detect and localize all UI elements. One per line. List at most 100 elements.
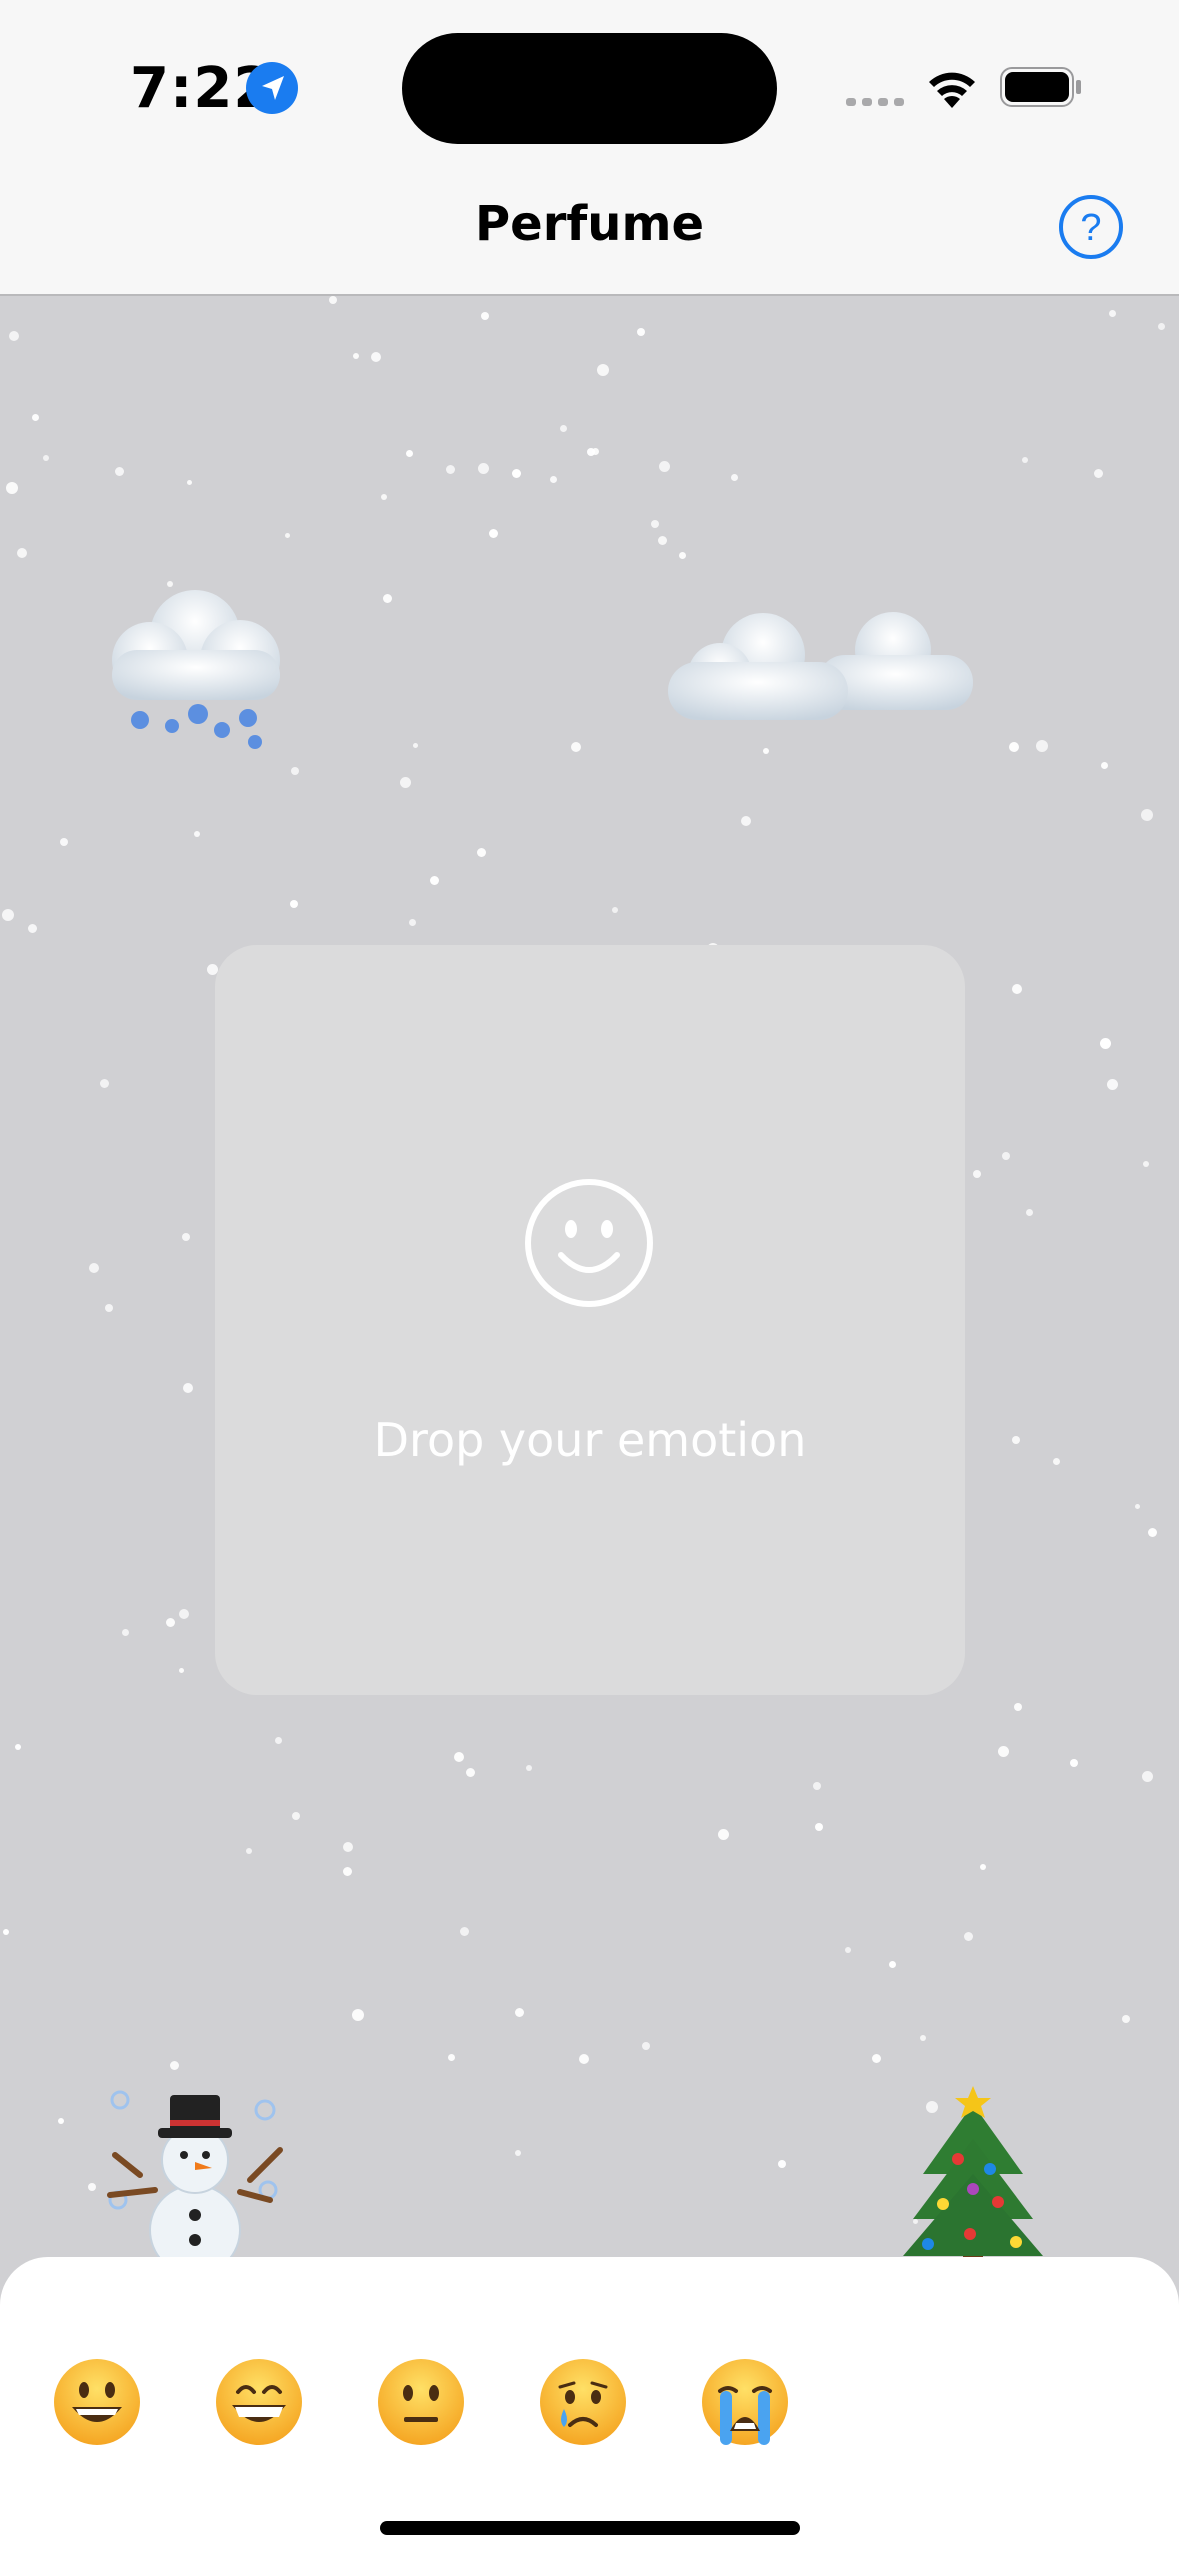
snowflake xyxy=(1141,809,1153,821)
snowflake xyxy=(1022,457,1028,463)
snowflake xyxy=(115,467,124,476)
snowflake xyxy=(6,482,18,494)
snowflake xyxy=(1012,984,1022,994)
snowflake xyxy=(872,2054,881,2063)
snowflake xyxy=(973,1170,981,1178)
snowflake xyxy=(1009,742,1019,752)
snowflake xyxy=(179,1668,184,1673)
snowflake xyxy=(1107,1079,1118,1090)
snowflake xyxy=(105,1304,113,1312)
snowflake xyxy=(2,909,14,921)
snowflake xyxy=(88,2183,96,2191)
snowflake xyxy=(1122,2015,1130,2023)
two-clouds-emoji xyxy=(668,612,973,720)
snowflake xyxy=(448,2054,455,2061)
snowflake xyxy=(889,1961,896,1968)
emoji-tray xyxy=(0,2257,1179,2556)
snowflake xyxy=(920,2035,926,2041)
snowflake xyxy=(1109,310,1116,317)
snowflake xyxy=(183,1383,193,1393)
snowflake xyxy=(778,2160,786,2168)
christmas-tree-emoji xyxy=(903,2086,1043,2277)
snowflake xyxy=(466,1768,475,1777)
snowflake xyxy=(383,594,392,603)
snowflake xyxy=(371,352,381,362)
snowflake xyxy=(413,743,418,748)
snowflake xyxy=(406,450,413,457)
navigation-bar: Perfume ? xyxy=(0,180,1179,296)
wifi-icon xyxy=(929,72,975,108)
snowflake xyxy=(100,1079,109,1088)
snowflake xyxy=(460,1927,469,1936)
snowflake xyxy=(659,461,670,472)
snowflake xyxy=(658,536,667,545)
snowflake xyxy=(28,924,37,933)
snowflake xyxy=(194,831,200,837)
drop-zone-label: Drop your emotion xyxy=(373,1413,807,1467)
help-button[interactable]: ? xyxy=(1058,194,1124,260)
snowflake xyxy=(1094,469,1103,478)
snowflake xyxy=(637,328,645,336)
svg-text:?: ? xyxy=(1080,207,1101,249)
snowflake xyxy=(89,1263,99,1273)
loudly-crying-face-emoji[interactable] xyxy=(700,2357,790,2447)
snowman-with-snow-emoji xyxy=(107,2090,283,2276)
snowflake xyxy=(182,1233,190,1241)
snowflake xyxy=(592,448,599,455)
snowflake xyxy=(353,353,359,359)
snowflake xyxy=(481,312,489,320)
snowflake xyxy=(1053,1458,1060,1465)
snowflake xyxy=(454,1752,464,1762)
home-indicator[interactable] xyxy=(380,2521,800,2535)
snowflake xyxy=(579,2054,589,2064)
grinning-face-emoji[interactable] xyxy=(52,2357,142,2447)
cloud-with-snow-emoji xyxy=(112,590,280,749)
snowflake xyxy=(642,2042,650,2050)
cellular-signal-icon xyxy=(846,98,904,106)
snowflake xyxy=(246,1848,252,1854)
snowflake xyxy=(718,1829,729,1840)
snowflake xyxy=(352,2009,364,2021)
snowflake xyxy=(612,907,618,913)
snowflake xyxy=(446,465,455,474)
snowflake xyxy=(179,1609,189,1619)
snowflake xyxy=(32,414,39,421)
snowflake xyxy=(1158,323,1165,330)
snowflake xyxy=(1100,1038,1111,1049)
snowflake xyxy=(571,742,581,752)
dynamic-island xyxy=(402,33,777,144)
snowflake xyxy=(1036,740,1048,752)
app-screen: 7:22 Perfume ? Drop your emotion xyxy=(0,0,1179,2556)
beaming-face-emoji[interactable] xyxy=(214,2357,304,2447)
smiley-face-outline-icon xyxy=(525,1179,653,1307)
snowflake xyxy=(1002,1152,1010,1160)
snowflake xyxy=(1070,1759,1078,1767)
snowflake xyxy=(166,1618,175,1627)
snowflake xyxy=(1142,1771,1153,1782)
snowflake xyxy=(122,1629,129,1636)
snowflake xyxy=(3,1929,9,1935)
snowflake xyxy=(170,2061,179,2070)
snowflake xyxy=(1143,1161,1149,1167)
snowflake xyxy=(1012,1436,1020,1444)
snowflake xyxy=(1135,1504,1140,1509)
snowflake xyxy=(9,331,19,341)
snowflake xyxy=(343,1867,352,1876)
crying-face-emoji[interactable] xyxy=(538,2357,628,2447)
snowflake xyxy=(550,476,557,483)
snowflake xyxy=(679,552,686,559)
emotion-drop-zone[interactable]: Drop your emotion xyxy=(215,945,965,1695)
snowflake xyxy=(290,900,298,908)
snowflake xyxy=(515,2008,524,2017)
snowflake xyxy=(400,777,411,788)
page-title: Perfume xyxy=(474,196,705,252)
snowflake xyxy=(60,838,68,846)
snowflake xyxy=(430,876,439,885)
location-arrow-icon xyxy=(246,62,298,114)
snowflake xyxy=(1101,762,1108,769)
snowflake xyxy=(478,463,489,474)
neutral-face-emoji[interactable] xyxy=(376,2357,466,2447)
snowflake xyxy=(813,1782,821,1790)
snowflake xyxy=(58,2118,64,2124)
status-bar: 7:22 xyxy=(0,0,1179,180)
